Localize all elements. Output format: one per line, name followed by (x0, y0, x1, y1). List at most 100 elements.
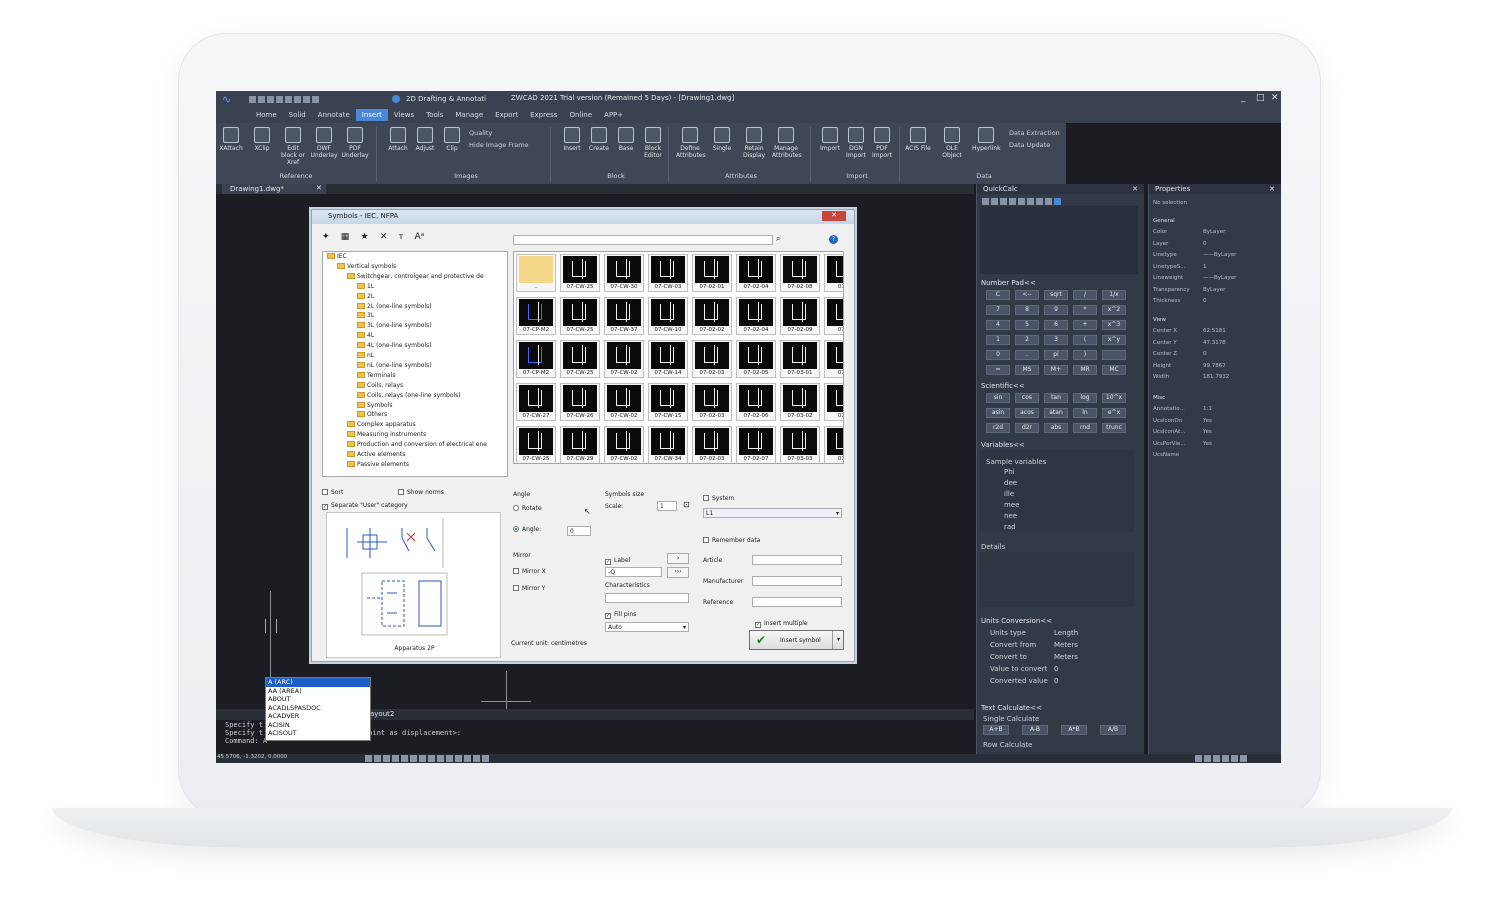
symbol-cell[interactable]: 07-CW-29 (560, 426, 600, 463)
symbol-cell[interactable]: 07-CW-34 (648, 426, 688, 463)
mirror-y-checkbox[interactable]: Mirror Y (513, 585, 545, 592)
symbol-cell[interactable]: 07-03-02 (780, 383, 820, 421)
prop-value[interactable]: Yes (1203, 418, 1212, 424)
ribbon-data-button[interactable]: Hyperlink (972, 127, 1001, 152)
autocomplete-item[interactable]: ACADVER (266, 712, 370, 721)
text-icon[interactable]: ᴛ (399, 232, 404, 241)
numpad-key[interactable] (1102, 350, 1126, 360)
symbol-cell[interactable]: 07-0 (824, 254, 843, 292)
numpad-key[interactable]: ( (1073, 335, 1097, 345)
prop-value[interactable]: 0 (1203, 241, 1207, 247)
text-op-button[interactable]: A/B (1100, 725, 1126, 735)
doc-tab-close-icon[interactable]: ✕ (316, 184, 322, 192)
ribbon-import-button[interactable]: Import (816, 127, 844, 152)
scientific-key[interactable]: trunc (1102, 423, 1126, 433)
maximize-button[interactable]: □ (1256, 93, 1265, 103)
prop-value[interactable]: ByLayer (1203, 229, 1225, 235)
scientific-key[interactable]: rnd (1073, 423, 1097, 433)
status-tray-icons[interactable] (1194, 754, 1248, 762)
scientific-key[interactable]: sin (986, 393, 1010, 403)
symbol-cell[interactable]: 07-02-08 (780, 254, 820, 292)
pin-icon[interactable]: ✦ (322, 232, 330, 242)
tab-express[interactable]: Express (524, 109, 563, 121)
numpad-key[interactable]: 8 (1015, 305, 1039, 315)
unit-row-value[interactable]: Meters (1054, 641, 1078, 649)
numpad-key[interactable]: + (1073, 320, 1097, 330)
tab-insert[interactable]: Insert (355, 109, 388, 121)
autocomplete-item[interactable]: ACISIN (266, 721, 370, 730)
font-size-icon[interactable]: Aᵃ (415, 232, 425, 242)
ribbon-data-button[interactable]: ACIS File (904, 127, 932, 152)
numpad-key[interactable]: 1/x (1102, 290, 1126, 300)
numpad-key[interactable]: x^y (1102, 335, 1126, 345)
numpad-key[interactable]: ) (1073, 350, 1097, 360)
symbol-cell[interactable]: 07-CW-25 (560, 254, 600, 292)
variable-item[interactable]: mee (1004, 501, 1019, 509)
numpad-key[interactable]: sqrt (1044, 290, 1068, 300)
scale-input[interactable]: 1 (657, 501, 677, 511)
ribbon-attributes-button[interactable]: Define Attributes (676, 127, 706, 159)
numpad-key[interactable]: 0 (986, 350, 1010, 360)
manufacturer-input[interactable] (752, 576, 842, 586)
symbol-grid[interactable]: .. 07-CW-25 07-CW-30 07-CW-03 07-02-01 07-02-… (513, 251, 844, 464)
text-calc-title[interactable]: Text Calculate<< (981, 704, 1042, 712)
fill-pins-select[interactable]: Auto ▾ (605, 622, 689, 632)
prop-value[interactable]: 62.5181 (1203, 328, 1226, 334)
ribbon-reference-button[interactable]: XAttach (217, 127, 245, 152)
autocomplete-item[interactable]: AA (AREA) (266, 687, 370, 696)
scientific-key[interactable]: 10^x (1102, 393, 1126, 403)
reference-input[interactable] (752, 597, 842, 607)
selection-dropdown[interactable]: No selection (1153, 200, 1187, 206)
tree-item[interactable]: Production and conversion of electrical … (347, 441, 487, 448)
autocomplete-item[interactable]: ABOUT (266, 695, 370, 704)
scientific-key[interactable]: log (1073, 393, 1097, 403)
autocomplete-item[interactable]: ACISOUT (266, 729, 370, 738)
tree-item[interactable]: 3L (357, 312, 374, 319)
symbol-cell[interactable]: 07-03-03 (780, 426, 820, 463)
text-op-button[interactable]: A-B (1022, 725, 1048, 735)
ribbon-attributes-button[interactable]: Manage Attributes (772, 127, 802, 159)
tab-export[interactable]: Export (489, 109, 524, 121)
numpad-key[interactable]: . (1015, 350, 1039, 360)
symbol-cell[interactable]: 07-CW-02 (604, 383, 644, 421)
scientific-key[interactable]: acos (1015, 408, 1039, 418)
symbol-cell[interactable]: 07-02-09 (780, 297, 820, 335)
separate-user-checkbox[interactable]: ✓ Separate "User" category (322, 502, 408, 510)
prop-value[interactable]: 181.7932 (1203, 374, 1229, 380)
tab-views[interactable]: Views (388, 109, 420, 121)
tree-item[interactable]: Terminals (357, 371, 395, 379)
show-norms-checkbox[interactable]: Show norms (398, 489, 444, 496)
ribbon-reference-button[interactable]: Edit block or Xref (279, 127, 307, 166)
tree-item[interactable]: IEC (327, 253, 347, 260)
variable-item[interactable]: dee (1004, 479, 1017, 487)
ribbon-import-button[interactable]: PDF Import (868, 127, 896, 159)
autocomplete-item[interactable]: ACADLSPASDOC (266, 704, 370, 713)
numpad-key[interactable]: 6 (1044, 320, 1068, 330)
numpad-key[interactable]: x^2 (1102, 305, 1126, 315)
tab-online[interactable]: Online (563, 109, 598, 121)
symbol-cell[interactable]: 07-02-03 (692, 383, 732, 421)
tree-item[interactable]: 2L (357, 292, 374, 300)
unit-row-value[interactable]: Length (1054, 629, 1078, 637)
category-tree[interactable]: IEC Vertical symbols Switchgear, controlge… (322, 251, 508, 477)
data-option[interactable]: Data Update (1009, 141, 1050, 149)
unit-row-value[interactable]: 0 (1054, 677, 1058, 685)
numpad-key[interactable]: <-- (1015, 290, 1039, 300)
ribbon-block-button[interactable]: Create (585, 127, 613, 152)
symbol-cell[interactable]: 07-CP-M2 (516, 340, 556, 378)
status-toggles[interactable] (364, 754, 490, 762)
workspace-selector[interactable]: 2D Drafting & Annotati (406, 95, 486, 103)
help-icon[interactable]: ? (829, 235, 838, 244)
tab-solid[interactable]: Solid (283, 109, 312, 121)
article-input[interactable] (752, 555, 842, 565)
prop-value[interactable]: Yes (1203, 429, 1212, 435)
numpad-key[interactable]: * (1073, 305, 1097, 315)
symbol-cell[interactable]: 07-0 (824, 426, 843, 463)
symbol-cell[interactable]: 07-CW-03 (648, 254, 688, 292)
doc-tab[interactable]: Drawing1.dwg* (222, 184, 326, 194)
prop-value[interactable]: 47.3178 (1203, 340, 1226, 346)
prop-value[interactable]: 1 (1203, 264, 1207, 270)
symbol-cell[interactable]: 07-02-03 (692, 340, 732, 378)
rotate-radio[interactable]: Rotate (513, 505, 542, 512)
numpad-key[interactable]: 3 (1044, 335, 1068, 345)
